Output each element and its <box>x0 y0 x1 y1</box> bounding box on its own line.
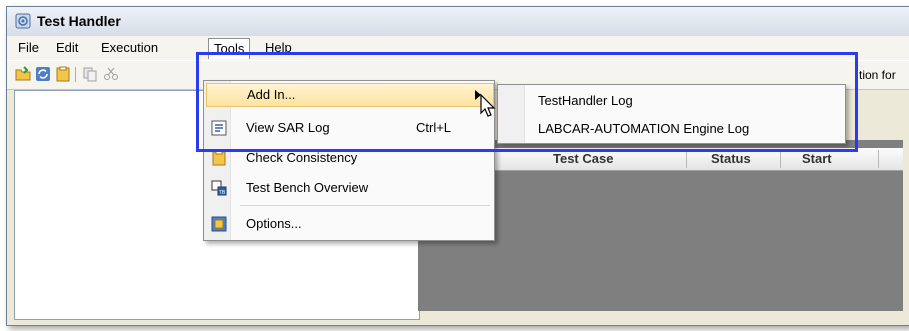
cut-icon[interactable] <box>103 66 119 82</box>
column-separator[interactable] <box>686 150 687 168</box>
copy-icon[interactable] <box>82 66 98 82</box>
column-header-test-case[interactable]: Test Case <box>553 151 613 166</box>
mouse-cursor-icon <box>480 93 496 117</box>
menu-item-test-bench-overview[interactable]: TB Test Bench Overview <box>206 177 492 199</box>
menu-file[interactable]: File <box>13 39 44 57</box>
open-folder-icon[interactable] <box>15 66 31 82</box>
app-icon <box>15 13 31 29</box>
annotation-highlight-box <box>196 52 858 152</box>
menu-separator <box>240 205 490 206</box>
options-icon <box>211 216 227 232</box>
column-separator[interactable] <box>780 150 781 168</box>
toolbar-truncated-text: tion for <box>859 68 896 82</box>
refresh-icon[interactable] <box>35 66 51 82</box>
clipboard-icon[interactable] <box>55 66 71 82</box>
column-header-start[interactable]: Start <box>802 151 832 166</box>
menu-edit[interactable]: Edit <box>51 39 83 57</box>
menu-item-options[interactable]: Options... <box>206 213 492 235</box>
window-title: Test Handler <box>37 13 121 29</box>
title-bar: Test Handler <box>7 7 909 37</box>
svg-text:TB: TB <box>219 190 226 196</box>
menu-item-label: Options... <box>246 216 302 231</box>
menu-execution[interactable]: Execution <box>96 39 163 57</box>
menu-item-label: Check Consistency <box>246 150 358 165</box>
test-bench-icon: TB <box>211 180 227 196</box>
column-separator[interactable] <box>878 150 879 168</box>
column-header-status[interactable]: Status <box>711 151 751 166</box>
menu-item-label: Test Bench Overview <box>246 180 369 195</box>
check-consistency-icon <box>212 150 226 166</box>
toolbar-separator <box>75 67 76 82</box>
